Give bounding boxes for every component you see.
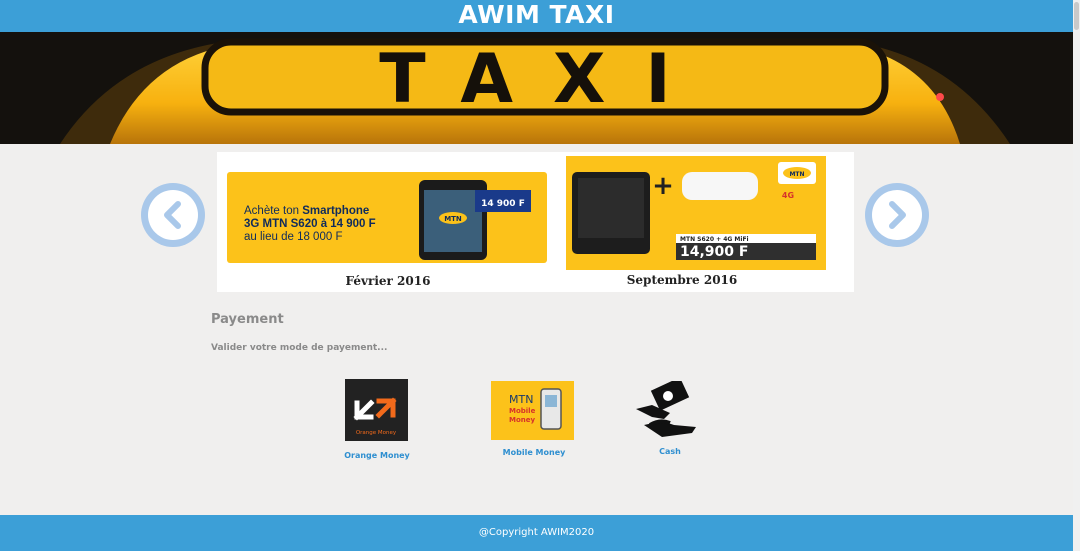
- mtn-mobile-money-logo[interactable]: MTN Mobile Money: [491, 381, 574, 440]
- ad1-price-tag: 14 900 F: [481, 199, 525, 209]
- ad-line-1-bold: Smartphone: [302, 205, 370, 217]
- chevron-right-icon: [889, 201, 906, 229]
- orange-money-label[interactable]: Orange Money: [327, 451, 427, 460]
- promo-ad-smartphone[interactable]: Achète ton Smartphone 3G MTN S620 à 14 9…: [227, 172, 547, 263]
- ad2-product-text: MTN S620 + 4G MiFi: [680, 236, 749, 243]
- payment-subtitle: Valider votre mode de payement...: [211, 343, 388, 353]
- chevron-left-icon: [164, 201, 181, 229]
- money-logo-text: Money: [509, 416, 536, 424]
- ad2-brand-text: MTN: [789, 171, 804, 178]
- footer: @Copyright AWIM2020: [0, 515, 1073, 551]
- mifi-bundle-image: + MTN 4G MTN S620 + 4G MiFi 14,900 F: [572, 162, 816, 260]
- ad-line-3: au lieu de 18 000 F: [244, 231, 343, 243]
- mobile-money-label[interactable]: Mobile Money: [484, 448, 584, 457]
- mobile-logo-text: Mobile: [509, 407, 536, 415]
- ad-line-1: Achète ton: [244, 205, 303, 217]
- promo-ad-mifi[interactable]: + MTN 4G MTN S620 + 4G MiFi 14,900 F: [566, 156, 826, 270]
- svg-text:+: +: [652, 171, 674, 201]
- carousel-next-button[interactable]: [865, 183, 929, 247]
- ad2-price-text: 14,900 F: [680, 244, 748, 260]
- ad1-brand-text: MTN: [444, 215, 462, 223]
- ad-text: Achète ton Smartphone 3G MTN S620 à 14 9…: [244, 205, 376, 244]
- orange-money-logo[interactable]: Orange Money: [345, 379, 408, 441]
- payment-title: Payement: [211, 312, 284, 327]
- app-title: AWIM TAXI: [458, 0, 615, 29]
- taxi-sign-graphic: TAXI: [0, 32, 1073, 144]
- smartphone-image: MTN 14 900 F: [419, 180, 531, 260]
- header-bar: AWIM TAXI: [0, 0, 1073, 32]
- 4g-badge: 4G: [782, 191, 794, 200]
- orange-money-logo-text: Orange Money: [356, 430, 397, 436]
- page-scrollbar[interactable]: [1073, 0, 1080, 551]
- slide-caption-2: Septembre 2016: [626, 273, 738, 287]
- hand-cash-icon[interactable]: [634, 381, 697, 443]
- cash-label[interactable]: Cash: [620, 447, 720, 456]
- taxi-banner-image: TAXI: [0, 32, 1073, 144]
- taxi-sign-text: TAXI: [379, 40, 710, 119]
- mtn-logo-text: MTN: [509, 393, 533, 406]
- slide-caption-1: Février 2016: [345, 274, 431, 288]
- carousel-prev-button[interactable]: [141, 183, 205, 247]
- copyright-text: @Copyright AWIM2020: [478, 527, 595, 538]
- ad-line-2: 3G MTN S620 à 14 900 F: [244, 218, 376, 230]
